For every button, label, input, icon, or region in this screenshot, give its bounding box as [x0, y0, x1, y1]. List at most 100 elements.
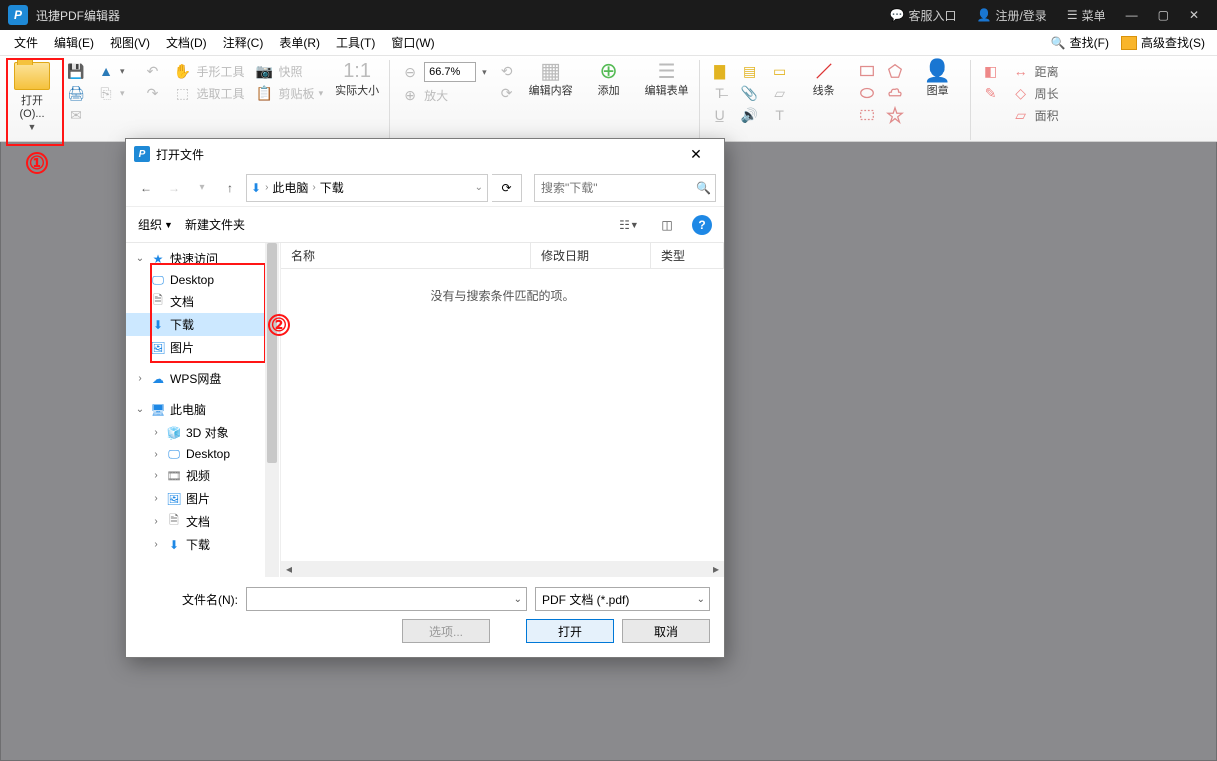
select-tool[interactable]: ⬚选取工具	[169, 82, 249, 104]
menu-comment[interactable]: 注释(C)	[215, 31, 272, 54]
address-bar[interactable]: ⬇ › 此电脑 › 下载 ⌄	[246, 174, 488, 202]
path-root[interactable]: 此电脑	[272, 179, 308, 196]
lines-button[interactable]: 线条	[800, 60, 848, 100]
save-button[interactable]: 💾	[62, 60, 90, 82]
horizontal-scrollbar[interactable]: ◂ ▸	[281, 561, 724, 577]
preview-pane-button[interactable]: ◫	[654, 214, 680, 236]
burst-shape[interactable]	[882, 104, 908, 126]
col-date[interactable]: 修改日期	[531, 243, 651, 268]
open-file-button[interactable]: 打开	[526, 619, 614, 643]
circle-shape[interactable]	[854, 82, 880, 104]
organize-button[interactable]: 组织▼	[138, 216, 173, 233]
nav-recent-button[interactable]: ▾	[190, 176, 214, 200]
new-folder-button[interactable]: 新建文件夹	[185, 216, 245, 233]
menu-file[interactable]: 文件	[6, 31, 46, 54]
sound-button[interactable]: 🔊	[736, 104, 764, 126]
text-button[interactable]: T	[766, 104, 794, 126]
add-button[interactable]: ⊕ 添加	[585, 60, 633, 100]
search-input[interactable]	[541, 181, 696, 195]
tree-this-pc[interactable]: ⌄🖥此电脑	[126, 398, 280, 421]
tree-3d[interactable]: ›🧊3D 对象	[126, 421, 280, 444]
tree-pc-documents[interactable]: ›🗎文档	[126, 510, 280, 533]
col-type[interactable]: 类型	[651, 243, 724, 268]
stamp-button[interactable]: 👤 图章	[914, 60, 962, 100]
menu-form[interactable]: 表单(R)	[271, 31, 328, 54]
rect-fill-shape[interactable]	[854, 104, 880, 126]
textbox-button[interactable]: ▭	[766, 60, 794, 82]
note-button[interactable]: ▤	[736, 60, 764, 82]
menu-tools[interactable]: 工具(T)	[328, 31, 383, 54]
polygon-shape[interactable]	[882, 60, 908, 82]
edit-form-button[interactable]: ☰ 编辑表单	[643, 60, 691, 100]
help-button[interactable]: ?	[692, 215, 712, 235]
close-button[interactable]: ✕	[1179, 0, 1209, 30]
col-name[interactable]: 名称	[281, 243, 531, 268]
strikethrough-button[interactable]: T̶	[706, 82, 734, 104]
undo-button[interactable]: ↶	[139, 60, 167, 82]
edit-content-button[interactable]: ▦ 编辑内容	[527, 60, 575, 100]
maximize-button[interactable]: ▢	[1148, 0, 1179, 30]
area-tool[interactable]: ▱面积	[1007, 104, 1063, 126]
scroll-right-icon[interactable]: ▸	[708, 561, 724, 577]
clipboard-tool[interactable]: 📋剪贴板▾	[251, 82, 328, 104]
tree-scrollbar[interactable]	[265, 243, 279, 577]
cloud-button[interactable]: ▲▾	[92, 60, 129, 82]
minimize-button[interactable]: —	[1116, 0, 1148, 30]
tree-quick-access[interactable]: ⌄★快速访问	[126, 247, 280, 270]
scan-button[interactable]: ⎘▾	[92, 82, 129, 104]
tree-videos[interactable]: ›🎞视频	[126, 464, 280, 487]
nav-forward-button[interactable]: →	[162, 176, 186, 200]
filetype-select[interactable]: PDF 文档 (*.pdf)⌄	[535, 587, 710, 611]
mail-button[interactable]: ✉	[62, 104, 90, 126]
nav-back-button[interactable]: ←	[134, 176, 158, 200]
tree-desktop[interactable]: 🖵Desktop	[126, 270, 280, 290]
tree-pc-pictures[interactable]: ›🖼图片	[126, 487, 280, 510]
print-button[interactable]: 🖨	[62, 82, 90, 104]
pencil-button[interactable]: ✎	[977, 82, 1005, 104]
tree-pc-downloads[interactable]: ›⬇下载	[126, 533, 280, 556]
view-mode-button[interactable]: ☷ ▼	[616, 214, 642, 236]
redo-button[interactable]: ↷	[139, 82, 167, 104]
options-button[interactable]: 选项...	[402, 619, 490, 643]
tree-wps[interactable]: ›☁WPS网盘	[126, 367, 280, 390]
refresh-button[interactable]: ⟳	[492, 174, 522, 202]
rotate-right-button[interactable]: ⟳	[493, 82, 521, 104]
hand-tool[interactable]: ✋手形工具	[169, 60, 249, 82]
advanced-find-button[interactable]: 高级查找(S)	[1115, 31, 1211, 54]
search-box[interactable]: 🔍	[534, 174, 716, 202]
zoom-out-button[interactable]: ⊖▾	[396, 60, 491, 84]
rotate-left-button[interactable]: ⟲	[493, 60, 521, 82]
open-button[interactable]: 打开(O)... ▼	[8, 60, 56, 134]
tree-documents[interactable]: 🗎文档	[126, 290, 280, 313]
find-button[interactable]: 🔍查找(F)	[1045, 31, 1115, 54]
actual-size-button[interactable]: 1:1 实际大小	[333, 60, 381, 100]
distance-tool[interactable]: ↔距离	[1007, 60, 1063, 82]
cancel-button[interactable]: 取消	[622, 619, 710, 643]
main-menu-button[interactable]: ☰菜单	[1057, 0, 1116, 30]
tree-pictures[interactable]: 🖼图片	[126, 336, 280, 359]
tree-downloads[interactable]: ⬇下载	[126, 313, 280, 336]
customer-service-button[interactable]: 💬客服入口	[880, 0, 967, 30]
highlight-button[interactable]: ▇	[706, 60, 734, 82]
menu-window[interactable]: 窗口(W)	[383, 31, 442, 54]
menu-document[interactable]: 文档(D)	[158, 31, 215, 54]
underline-button[interactable]: U̲	[706, 104, 734, 126]
tree-pc-desktop[interactable]: ›🖵Desktop	[126, 444, 280, 464]
menu-view[interactable]: 视图(V)	[102, 31, 158, 54]
zoom-input[interactable]	[424, 62, 476, 82]
chevron-down-icon[interactable]: ⌄	[475, 182, 483, 193]
zoom-in-button[interactable]: ⊕放大	[396, 84, 491, 106]
path-folder[interactable]: 下载	[320, 179, 344, 196]
callout-button[interactable]: ▱	[766, 82, 794, 104]
login-button[interactable]: 👤注册/登录	[967, 0, 1057, 30]
dialog-close-button[interactable]: ✕	[676, 140, 716, 168]
scroll-left-icon[interactable]: ◂	[281, 561, 297, 577]
attach-button[interactable]: 📎	[736, 82, 764, 104]
rect-shape[interactable]	[854, 60, 880, 82]
perimeter-tool[interactable]: ◇周长	[1007, 82, 1063, 104]
eraser-button[interactable]: ◧	[977, 60, 1005, 82]
cloud-shape[interactable]	[882, 82, 908, 104]
nav-up-button[interactable]: ↑	[218, 176, 242, 200]
menu-edit[interactable]: 编辑(E)	[46, 31, 102, 54]
filename-input[interactable]: ⌄	[246, 587, 527, 611]
